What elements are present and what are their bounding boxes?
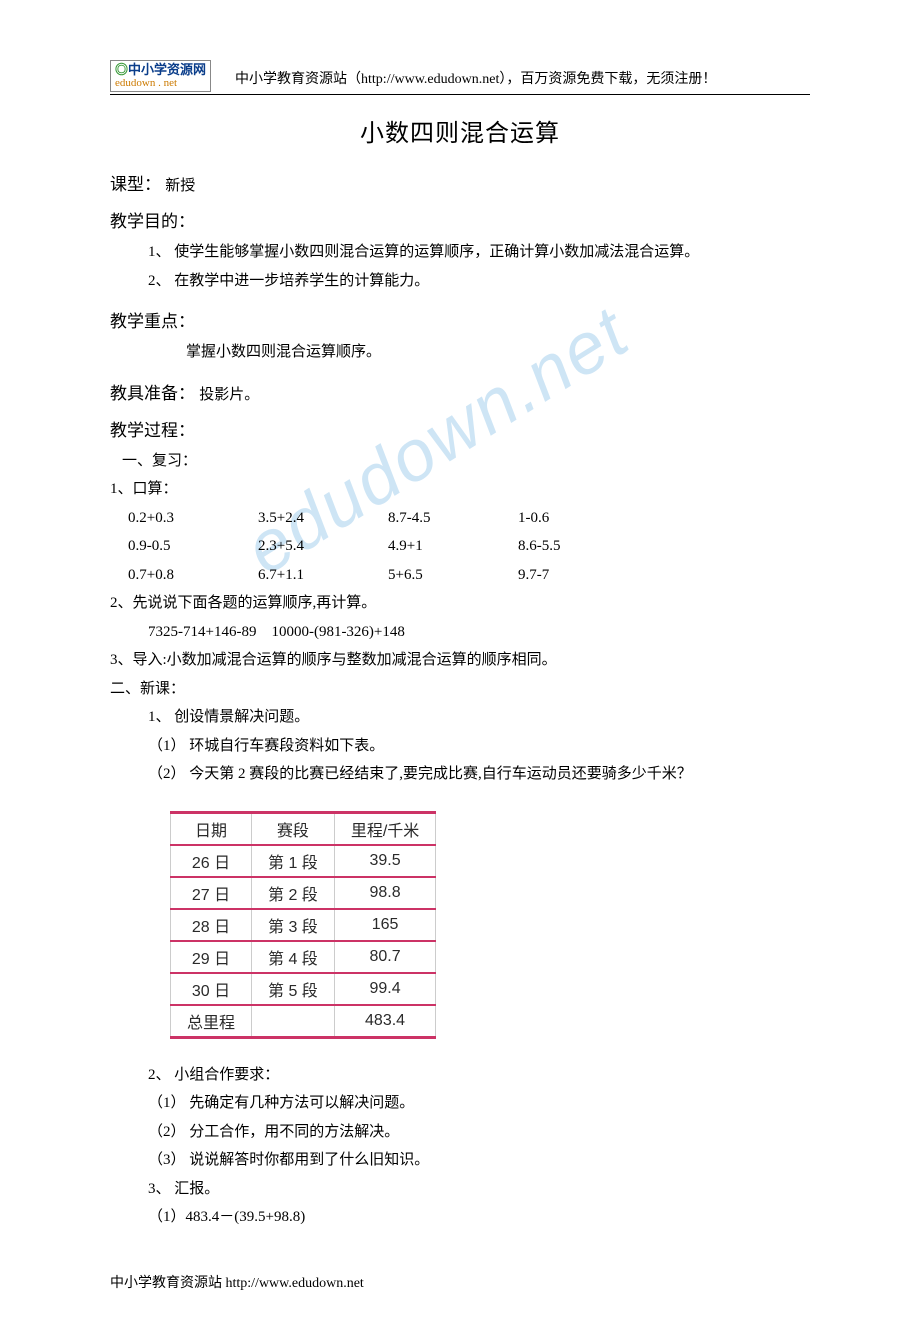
mental-cell: 8.6-5.5 [518,532,648,561]
tools-value: 投影片。 [199,387,259,403]
page-footer: 中小学教育资源站 http://www.edudown.net [110,1272,810,1292]
table-cell: 总里程 [171,1005,252,1038]
table-cell: 26 日 [171,845,252,877]
table-cell: 80.7 [334,941,435,973]
lesson-type-label: 课型： [110,175,161,194]
order-label: 2、先说说下面各题的运算顺序,再计算。 [110,589,810,618]
table-row: 27 日 第 2 段 98.8 [171,877,436,909]
table-cell: 第 1 段 [252,845,335,877]
table-cell: 99.4 [334,973,435,1005]
newlesson-item2: 2、 小组合作要求： [148,1061,810,1090]
table-cell: 165 [334,909,435,941]
page-header: ◎中小学资源网 edudown . net 中小学教育资源站（http://ww… [110,60,810,95]
mental-cell: 0.9-0.5 [128,532,258,561]
objective-1: 1、 使学生能够掌握小数四则混合运算的运算顺序，正确计算小数加减法混合运算。 [148,238,810,267]
focus-label: 教学重点： [110,307,810,332]
table-cell [252,1005,335,1038]
focus-value: 掌握小数四则混合运算顺序。 [186,338,810,367]
mental-cell: 3.5+2.4 [258,504,388,533]
table-row: 30 日 第 5 段 99.4 [171,973,436,1005]
table-cell: 第 4 段 [252,941,335,973]
header-tagline: 中小学教育资源站（http://www.edudown.net），百万资源免费下… [235,68,716,92]
tools-section: 教具准备： 投影片。 [110,379,810,404]
mental-label: 1、口算： [110,475,810,504]
logo-top-text: 中小学资源网 [128,62,206,77]
mental-row-2: 0.9-0.5 2.3+5.4 4.9+1 8.6-5.5 [128,532,810,561]
table-row: 总里程 483.4 [171,1005,436,1038]
table-cell: 29 日 [171,941,252,973]
newlesson-heading: 二、新课： [110,675,810,704]
table-cell: 483.4 [334,1005,435,1038]
table-cell: 39.5 [334,845,435,877]
mental-cell: 1-0.6 [518,504,648,533]
mental-row-1: 0.2+0.3 3.5+2.4 8.7-4.5 1-0.6 [128,504,810,533]
race-data-table: 日期 赛段 里程/千米 26 日 第 1 段 39.5 27 日 第 2 段 9… [170,811,436,1039]
table-header-cell: 赛段 [252,812,335,845]
mental-row-3: 0.7+0.8 6.7+1.1 5+6.5 9.7-7 [128,561,810,590]
newlesson-item2-sub3: （3） 说说解答时你都用到了什么旧知识。 [148,1146,810,1175]
table-cell: 第 5 段 [252,973,335,1005]
order-expressions: 7325-714+146-89 10000-(981-326)+148 [148,618,810,647]
table-cell: 27 日 [171,877,252,909]
table-cell: 98.8 [334,877,435,909]
site-logo: ◎中小学资源网 edudown . net [110,60,211,92]
tools-label: 教具准备： [110,384,195,403]
lesson-type-section: 课型： 新授 [110,170,810,195]
newlesson-item1-sub2: （2） 今天第 2 赛段的比赛已经结束了,要完成比赛,自行车运动员还要骑多少千米… [148,760,810,789]
table-cell: 第 2 段 [252,877,335,909]
mental-cell: 9.7-7 [518,561,648,590]
objectives-label: 教学目的： [110,207,810,232]
newlesson-item3-sub1: （1）483.4－(39.5+98.8) [148,1203,810,1232]
table-row: 日期 赛段 里程/千米 [171,812,436,845]
newlesson-item2-sub2: （2） 分工合作，用不同的方法解决。 [148,1118,810,1147]
newlesson-item3: 3、 汇报。 [148,1175,810,1204]
table-cell: 30 日 [171,973,252,1005]
mental-cell: 0.7+0.8 [128,561,258,590]
process-label: 教学过程： [110,416,810,441]
mental-cell: 5+6.5 [388,561,518,590]
table-header-cell: 日期 [171,812,252,845]
mental-cell: 4.9+1 [388,532,518,561]
table-cell: 28 日 [171,909,252,941]
newlesson-item1: 1、 创设情景解决问题。 [148,703,810,732]
table-cell: 第 3 段 [252,909,335,941]
review-intro: 3、导入:小数加减混合运算的顺序与整数加减混合运算的顺序相同。 [110,646,810,675]
mental-cell: 2.3+5.4 [258,532,388,561]
newlesson-item1-sub1: （1） 环城自行车赛段资料如下表。 [148,732,810,761]
table-row: 28 日 第 3 段 165 [171,909,436,941]
lesson-type-value: 新授 [165,178,195,194]
review-heading: 一、复习： [122,447,810,476]
mental-cell: 6.7+1.1 [258,561,388,590]
page-title: 小数四则混合运算 [110,113,810,148]
objective-2: 2、 在教学中进一步培养学生的计算能力。 [148,267,810,296]
table-row: 26 日 第 1 段 39.5 [171,845,436,877]
table-row: 29 日 第 4 段 80.7 [171,941,436,973]
mental-cell: 8.7-4.5 [388,504,518,533]
newlesson-item2-sub1: （1） 先确定有几种方法可以解决问题。 [148,1089,810,1118]
table-header-cell: 里程/千米 [334,812,435,845]
mental-cell: 0.2+0.3 [128,504,258,533]
logo-bottom-text: edudown . net [115,77,206,89]
